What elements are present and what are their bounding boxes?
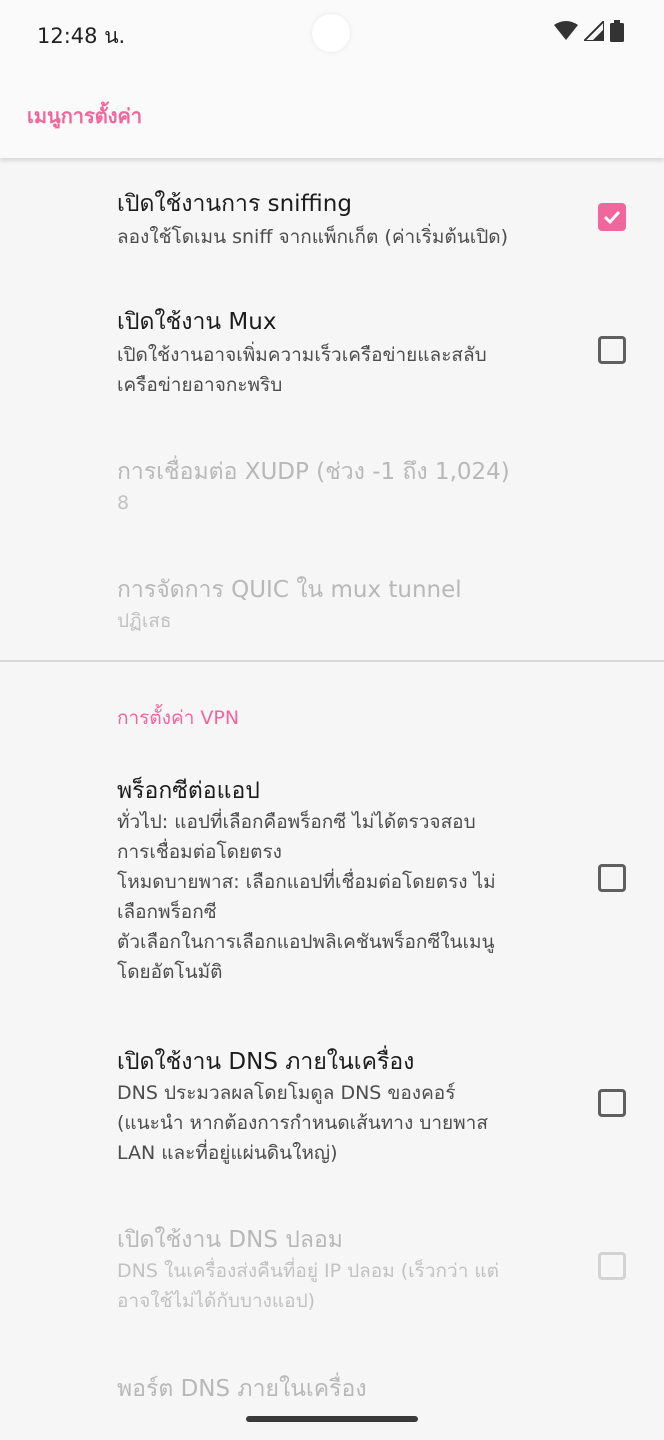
setting-local-dns[interactable]: เปิดใช้งาน DNS ภายในเครื่อง DNS ประมวลผล… bbox=[0, 1008, 664, 1178]
setting-title: พร็อกซีต่อแอป bbox=[117, 778, 260, 804]
check-icon bbox=[603, 210, 621, 225]
summary-line: เครือข่ายอาจกะพริบ bbox=[117, 374, 283, 396]
summary-line: (แนะนำ หากต้องการกำหนดเส้นทาง บายพาส bbox=[117, 1112, 488, 1134]
summary-line: การเชื่อมต่อโดยตรง bbox=[117, 841, 282, 863]
summary-line: เปิดใช้งานอาจเพิ่มความเร็วเครือข่ายและสล… bbox=[117, 344, 487, 366]
setting-title: เปิดใช้งาน DNS ภายในเครื่อง bbox=[117, 1049, 415, 1075]
setting-local-dns-port[interactable]: พอร์ต DNS ภายในเครื่อง bbox=[0, 1343, 664, 1440]
status-bar: 12:48 น. bbox=[0, 0, 664, 70]
summary-line: ตัวเลือกในการเลือกแอปพลิเคชันพร็อกซีในเม… bbox=[117, 931, 495, 953]
fake-dns-checkbox[interactable] bbox=[598, 1252, 626, 1280]
setting-mux[interactable]: เปิดใช้งาน Mux เปิดใช้งานอาจเพิ่มความเร็… bbox=[0, 276, 664, 424]
setting-summary: เปิดใช้งานอาจเพิ่มความเร็วเครือข่ายและสล… bbox=[117, 340, 557, 400]
setting-sniffing[interactable]: เปิดใช้งานการ sniffing ลองใช้โดเมน sniff… bbox=[0, 158, 664, 276]
local-dns-checkbox[interactable] bbox=[598, 1089, 626, 1117]
summary-line: DNS ประมวลผลโดยโมดูล DNS ของคอร์ bbox=[117, 1082, 456, 1104]
battery-icon bbox=[610, 20, 624, 46]
setting-title: การจัดการ QUIC ใน mux tunnel bbox=[117, 577, 462, 603]
camera-cutout bbox=[312, 14, 350, 52]
setting-title: การเชื่อมต่อ XUDP (ช่วง -1 ถึง 1,024) bbox=[117, 459, 510, 485]
summary-line: อาจใช้ไม่ได้กับบางแอป) bbox=[117, 1290, 316, 1312]
page-title: เมนูการตั้งค่า bbox=[27, 104, 143, 128]
section-divider bbox=[0, 660, 664, 662]
setting-title: เปิดใช้งาน Mux bbox=[117, 309, 277, 335]
cell-signal-icon bbox=[581, 18, 605, 45]
summary-line: โดยอัตโนมัติ bbox=[117, 961, 223, 983]
mux-checkbox[interactable] bbox=[598, 336, 626, 364]
setting-quic[interactable]: การจัดการ QUIC ใน mux tunnel ปฏิเสธ bbox=[0, 542, 664, 660]
setting-summary: DNS ประมวลผลโดยโมดูล DNS ของคอร์ (แนะนำ … bbox=[117, 1078, 557, 1168]
summary-line: LAN และที่อยู่แผ่นดินใหญ่) bbox=[117, 1142, 338, 1164]
status-icons bbox=[554, 18, 624, 46]
setting-per-app-proxy[interactable]: พร็อกซีต่อแอป ทั่วไป: แอปที่เลือกคือพร็อ… bbox=[0, 753, 664, 1008]
section-header-vpn: การตั้งค่า VPN bbox=[117, 707, 240, 729]
wifi-icon bbox=[554, 21, 578, 45]
setting-summary: DNS ในเครื่องส่งคืนที่อยู่ IP ปลอม (เร็ว… bbox=[117, 1256, 557, 1316]
summary-line: โหมดบายพาส: เลือกแอปที่เชื่อมต่อโดยตรง ไ… bbox=[117, 871, 496, 893]
setting-fake-dns[interactable]: เปิดใช้งาน DNS ปลอม DNS ในเครื่องส่งคืนท… bbox=[0, 1178, 664, 1343]
summary-line: DNS ในเครื่องส่งคืนที่อยู่ IP ปลอม (เร็ว… bbox=[117, 1260, 500, 1282]
setting-xudp[interactable]: การเชื่อมต่อ XUDP (ช่วง -1 ถึง 1,024) 8 bbox=[0, 424, 664, 542]
setting-value: ปฏิเสธ bbox=[117, 610, 172, 632]
setting-summary: ทั่วไป: แอปที่เลือกคือพร็อกซี ไม่ได้ตรวจ… bbox=[117, 807, 557, 987]
setting-value: 8 bbox=[117, 492, 130, 514]
app-bar: เมนูการตั้งค่า bbox=[0, 70, 664, 158]
status-time: 12:48 น. bbox=[37, 24, 126, 48]
sniffing-checkbox[interactable] bbox=[598, 203, 626, 231]
summary-line: ทั่วไป: แอปที่เลือกคือพร็อกซี ไม่ได้ตรวจ… bbox=[117, 811, 476, 833]
setting-title: เปิดใช้งานการ sniffing bbox=[117, 191, 352, 217]
setting-summary: ลองใช้โดเมน sniff จากแพ็กเก็ต (ค่าเริ่มต… bbox=[117, 226, 509, 248]
setting-title: พอร์ต DNS ภายในเครื่อง bbox=[117, 1376, 367, 1402]
per-app-proxy-checkbox[interactable] bbox=[598, 864, 626, 892]
summary-line: เลือกพร็อกซี bbox=[117, 901, 217, 923]
gesture-nav-handle[interactable] bbox=[246, 1416, 418, 1422]
setting-title: เปิดใช้งาน DNS ปลอม bbox=[117, 1227, 343, 1253]
